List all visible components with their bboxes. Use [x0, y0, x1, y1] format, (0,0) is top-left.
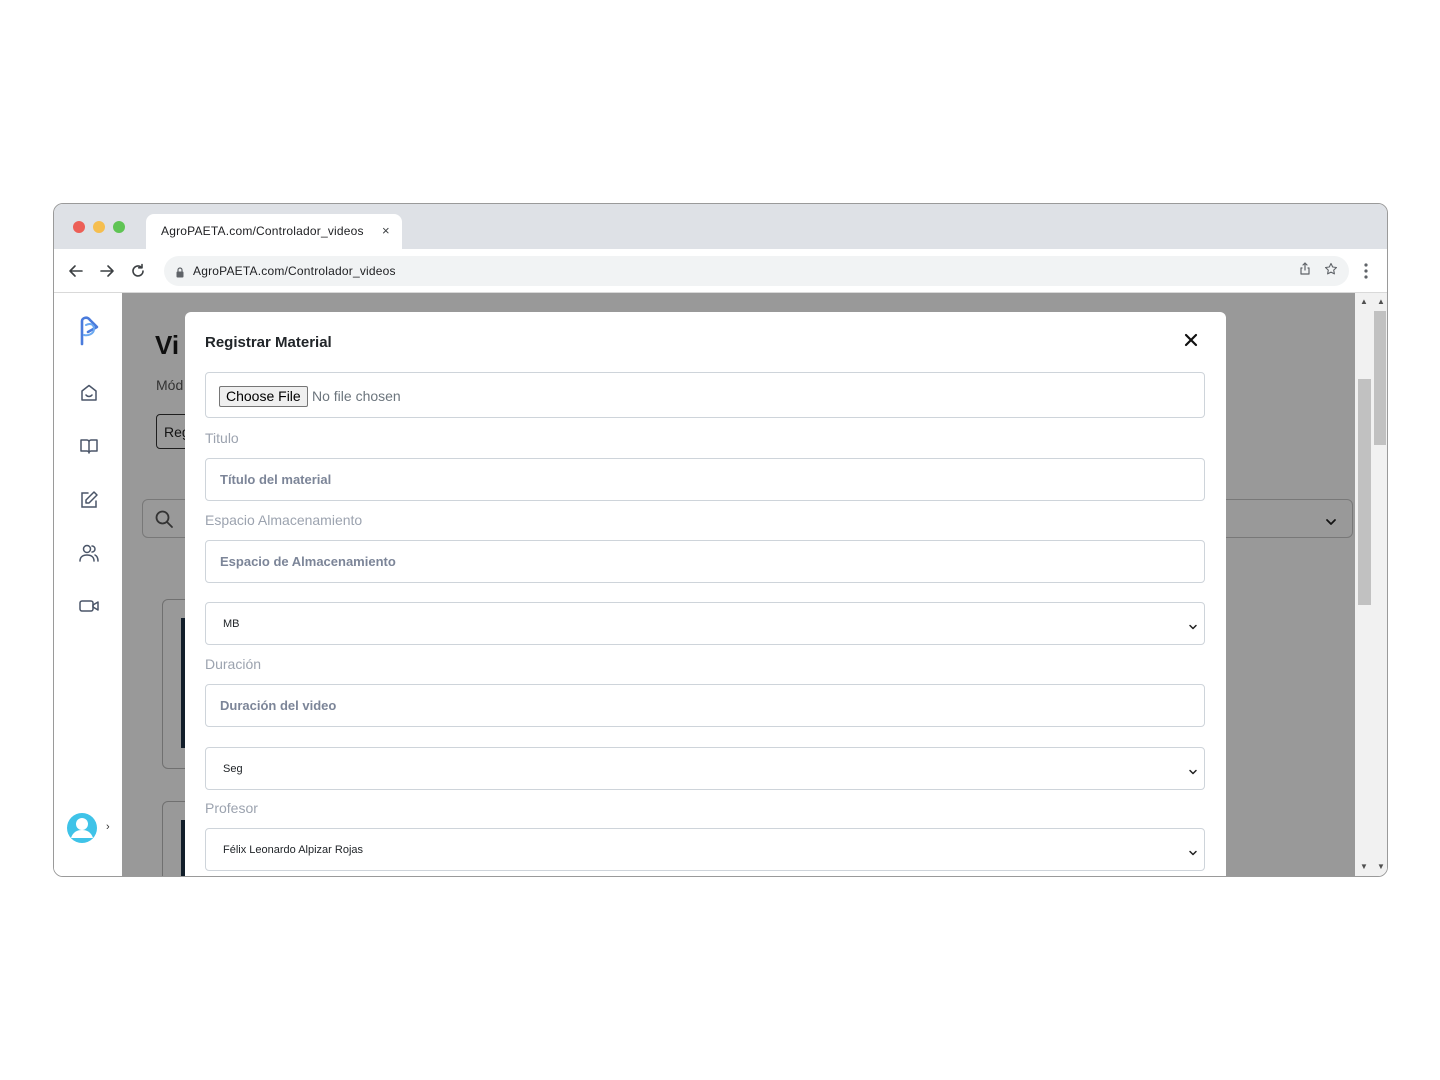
scroll-up-arrow-icon[interactable]: ▲	[1360, 298, 1368, 306]
users-icon[interactable]	[78, 542, 100, 564]
scroll-down-arrow-icon-outer[interactable]: ▼	[1377, 863, 1385, 871]
scrollbar-thumb[interactable]	[1358, 379, 1371, 605]
bookmark-star-icon[interactable]	[1322, 262, 1340, 280]
file-status-text: No file chosen	[312, 388, 401, 404]
profesor-value: Félix Leonardo Alpizar Rojas	[223, 844, 364, 856]
book-icon[interactable]	[78, 435, 100, 457]
edit-icon[interactable]	[78, 489, 100, 511]
modal-title: Registrar Material	[205, 334, 332, 351]
profesor-label: Profesor	[205, 800, 258, 816]
browser-window: AgroPAETA.com/Controlador_videos × AgroP…	[53, 203, 1388, 877]
duracion-unit-value: Seg	[223, 763, 243, 775]
close-icon[interactable]	[1183, 332, 1199, 348]
duracion-input[interactable]: Duración del video	[205, 684, 1205, 727]
espacio-label: Espacio Almacenamiento	[205, 512, 363, 528]
tab-title: AgroPAETA.com/Controlador_videos	[161, 224, 364, 238]
page-scrollbar[interactable]: ▲ ▼ ▲ ▼	[1355, 293, 1387, 876]
chevron-down-icon	[1188, 764, 1198, 775]
profesor-select[interactable]: Félix Leonardo Alpizar Rojas	[205, 828, 1205, 871]
espacio-unit-select[interactable]: MB	[205, 602, 1205, 645]
lock-icon	[176, 265, 184, 278]
scrollbar-thumb-outer[interactable]	[1374, 311, 1386, 445]
choose-file-button[interactable]: Choose File	[219, 386, 308, 407]
tab-strip: AgroPAETA.com/Controlador_videos ×	[54, 204, 1387, 249]
browser-menu-icon[interactable]	[1358, 261, 1374, 281]
user-menu-chevron-icon[interactable]: ›	[106, 821, 110, 833]
duracion-placeholder: Duración del video	[220, 698, 337, 713]
duracion-unit-select[interactable]: Seg	[205, 747, 1205, 790]
chevron-down-icon	[1188, 845, 1198, 856]
file-input[interactable]: Choose File No file chosen	[205, 372, 1205, 418]
espacio-unit-value: MB	[223, 618, 240, 630]
maximize-window-button[interactable]	[113, 221, 125, 233]
duracion-label: Duración	[205, 656, 262, 672]
page-viewport: › Vi Mód Reg ▲ ▼ ▲ ▼ Registrar Material …	[54, 293, 1387, 876]
close-window-button[interactable]	[73, 221, 85, 233]
browser-toolbar: AgroPAETA.com/Controlador_videos	[54, 249, 1387, 293]
register-material-modal: Registrar Material Choose File No file c…	[185, 312, 1226, 876]
app-logo-icon[interactable]	[76, 313, 104, 347]
scroll-up-arrow-icon-outer[interactable]: ▲	[1377, 298, 1385, 306]
video-icon[interactable]	[78, 595, 100, 617]
espacio-input[interactable]: Espacio de Almacenamiento	[205, 540, 1205, 583]
forward-arrow-icon[interactable]	[97, 261, 117, 281]
titulo-placeholder: Título del material	[220, 472, 332, 487]
url-text: AgroPAETA.com/Controlador_videos	[193, 264, 396, 278]
titulo-input[interactable]: Título del material	[205, 458, 1205, 501]
titulo-label: Titulo	[205, 430, 239, 446]
espacio-placeholder: Espacio de Almacenamiento	[220, 554, 396, 569]
browser-tab[interactable]: AgroPAETA.com/Controlador_videos ×	[146, 214, 402, 249]
tab-close-icon[interactable]: ×	[382, 224, 390, 238]
scroll-down-arrow-icon[interactable]: ▼	[1360, 863, 1368, 871]
address-bar[interactable]: AgroPAETA.com/Controlador_videos	[164, 256, 1349, 286]
sidebar: ›	[54, 293, 122, 876]
user-avatar[interactable]	[66, 812, 98, 844]
back-arrow-icon[interactable]	[66, 261, 86, 281]
chevron-down-icon	[1188, 619, 1198, 630]
home-icon[interactable]	[78, 382, 100, 404]
reload-icon[interactable]	[128, 261, 148, 281]
minimize-window-button[interactable]	[93, 221, 105, 233]
share-icon[interactable]	[1296, 262, 1314, 280]
